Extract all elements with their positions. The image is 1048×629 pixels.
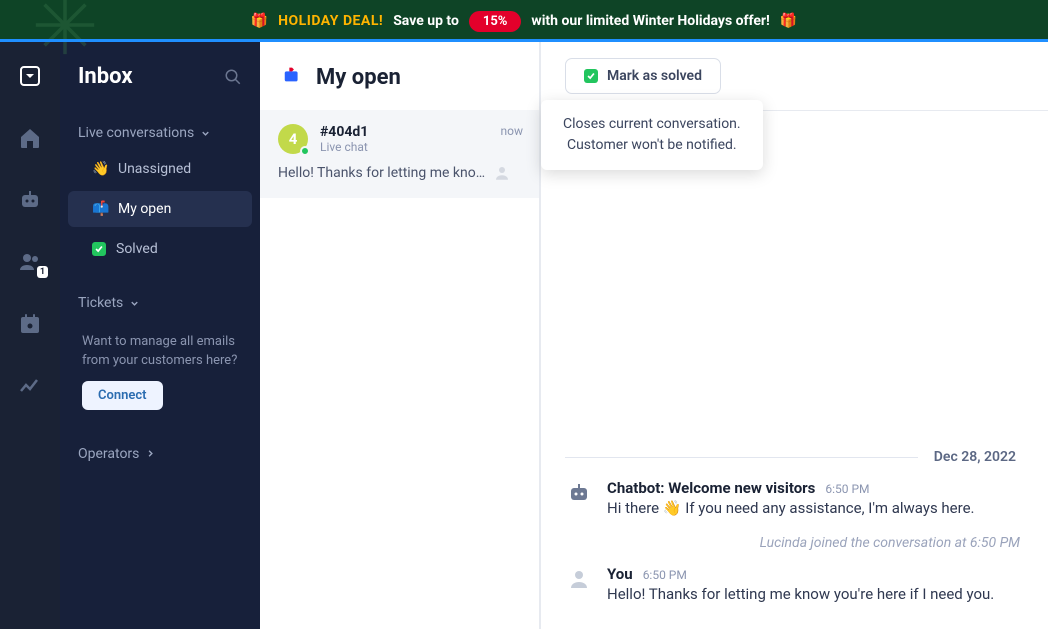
banner-text-pre: Save up to	[393, 13, 459, 29]
message-text: Hi there 👋 If you need any assistance, I…	[607, 499, 1024, 517]
wave-icon: 👋	[92, 161, 108, 177]
sidebar-item-label: Unassigned	[118, 161, 191, 177]
section-label: Operators	[78, 446, 139, 462]
sidebar-title: Inbox	[78, 64, 133, 89]
conversation-time: now	[501, 124, 524, 138]
list-title: My open	[316, 65, 401, 90]
home-icon[interactable]	[18, 126, 42, 150]
date-label: Dec 28, 2022	[934, 449, 1024, 465]
gift-icon: 🎁	[251, 13, 268, 29]
chat-pane: Mark as solved Closes current conversati…	[540, 42, 1048, 629]
sidebar-item-unassigned[interactable]: 👋 Unassigned	[68, 151, 252, 187]
conversation-preview: Hello! Thanks for letting me kno…	[278, 165, 485, 181]
conversation-id: #404d1	[320, 124, 489, 140]
check-icon	[92, 242, 106, 256]
section-label: Tickets	[78, 295, 123, 311]
sidebar: Inbox Live conversations 👋 Unassigned 📫 …	[60, 42, 260, 629]
conversation-channel: Live chat	[320, 140, 489, 154]
sidebar-item-label: My open	[118, 201, 171, 217]
contacts-badge: 1	[37, 266, 48, 278]
search-icon[interactable]	[224, 68, 242, 86]
tickets-promo-text: Want to manage all emails from your cust…	[60, 319, 260, 381]
message: You 6:50 PM Hello! Thanks for letting me…	[565, 565, 1024, 603]
calendar-icon[interactable]	[18, 312, 42, 336]
mark-solved-button[interactable]: Mark as solved	[565, 58, 721, 94]
message: Chatbot: Welcome new visitors 6:50 PM Hi…	[565, 479, 1024, 517]
sidebar-item-solved[interactable]: Solved	[68, 231, 252, 267]
sidebar-item-label: Solved	[116, 241, 158, 257]
message-author: Chatbot: Welcome new visitors	[607, 479, 815, 497]
connect-button[interactable]: Connect	[82, 381, 163, 410]
gift-icon: 🎁	[780, 13, 797, 29]
message-author: You	[607, 565, 633, 583]
wave-emoji: 👋	[663, 499, 682, 517]
conversation-list: My open 4 #404d1 Live chat now Hello! Th…	[260, 42, 540, 629]
section-operators[interactable]: Operators	[60, 438, 260, 470]
banner-text-post: with our limited Winter Holidays offer!	[531, 13, 769, 29]
presence-dot	[300, 146, 310, 156]
conversation-item[interactable]: 4 #404d1 Live chat now Hello! Thanks for…	[260, 110, 539, 198]
date-divider: Dec 28, 2022	[565, 449, 1024, 465]
analytics-icon[interactable]	[18, 374, 42, 398]
mailbox-icon: 📫	[92, 201, 108, 217]
chevron-right-icon	[145, 448, 156, 459]
section-live-conversations[interactable]: Live conversations	[60, 117, 260, 149]
nav-rail: 1	[0, 42, 60, 629]
sidebar-item-myopen[interactable]: 📫 My open	[68, 191, 252, 227]
contacts-icon[interactable]: 1	[18, 250, 42, 274]
app-logo-icon[interactable]	[18, 64, 42, 88]
discount-badge: 15%	[469, 11, 522, 32]
mailbox-icon	[282, 64, 304, 90]
section-label: Live conversations	[78, 125, 194, 141]
bot-avatar-icon	[565, 479, 593, 507]
user-avatar-icon	[565, 565, 593, 593]
snowflake-icon	[30, 0, 100, 60]
visitor-avatar: 4	[278, 124, 308, 154]
bot-icon[interactable]	[18, 188, 42, 212]
promo-banner[interactable]: 🎁 HOLIDAY DEAL! Save up to 15% with our …	[0, 0, 1048, 42]
chevron-down-icon	[200, 128, 211, 139]
message-time: 6:50 PM	[825, 482, 869, 496]
deal-label: HOLIDAY DEAL!	[278, 13, 383, 29]
button-label: Mark as solved	[607, 68, 702, 84]
tooltip: Closes current conversation. Customer wo…	[541, 100, 763, 170]
chevron-down-icon	[129, 298, 140, 309]
agent-avatar-icon	[493, 164, 511, 182]
system-message: Lucinda joined the conversation at 6:50 …	[565, 535, 1024, 551]
check-icon	[584, 69, 598, 83]
message-text: Hello! Thanks for letting me know you're…	[607, 585, 1024, 603]
chat-body: Dec 28, 2022 Chatbot: Welcome new visito…	[541, 111, 1048, 629]
section-tickets[interactable]: Tickets	[60, 287, 260, 319]
message-time: 6:50 PM	[643, 568, 687, 582]
